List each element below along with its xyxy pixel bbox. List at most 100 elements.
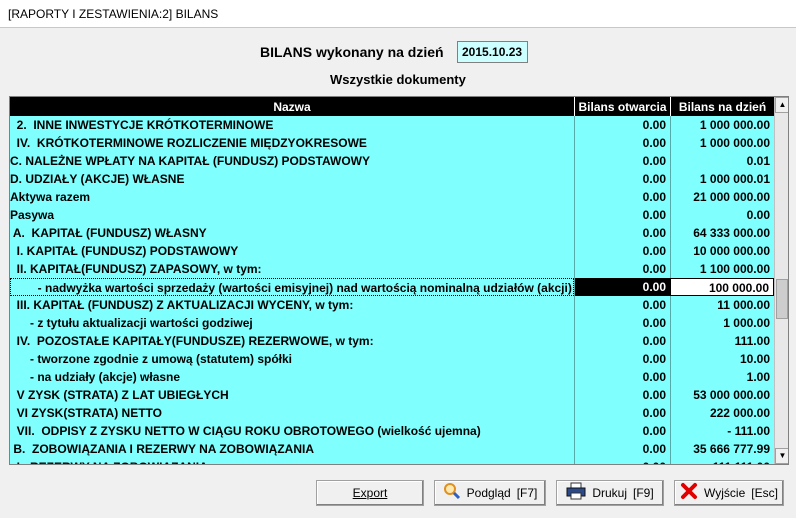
report-date-field[interactable]: 2015.10.23 [457, 41, 528, 63]
table-row[interactable]: 2. INNE INWESTYCJE KRÓTKOTERMINOWE 0.00 1 … [10, 116, 774, 134]
current-balance-cell[interactable]: 53 000 000.00 [670, 386, 774, 404]
opening-balance-cell[interactable]: 0.00 [574, 386, 670, 404]
name-cell[interactable]: Pasywa [10, 206, 574, 224]
opening-balance-cell[interactable]: 0.00 [574, 422, 670, 440]
table-row[interactable]: V ZYSK (STRATA) Z LAT UBIEGŁYCH 0.00 53 00… [10, 386, 774, 404]
name-cell[interactable]: VII. ODPISY Z ZYSKU NETTO W CIĄGU ROKU O… [10, 422, 574, 440]
print-button[interactable]: Drukuj [F9] [556, 480, 664, 506]
print-label: Drukuj [592, 486, 627, 500]
name-cell[interactable]: D. UDZIAŁY (AKCJE) WŁASNE [10, 170, 574, 188]
table-row[interactable]: C. NALEŻNE WPŁATY NA KAPITAŁ (FUNDUSZ) P… [10, 152, 774, 170]
grid-body[interactable]: 2. INNE INWESTYCJE KRÓTKOTERMINOWE 0.00 1 … [10, 116, 774, 464]
name-cell[interactable]: IV. KRÓTKOTERMINOWE ROZLICZENIE MIĘDZYOK… [10, 134, 574, 152]
vertical-scrollbar[interactable]: ▲ ▼ [774, 97, 788, 464]
table-row[interactable]: I. REZERWY NA ZOBOWIĄZANIA0.00111 111.00 [10, 458, 774, 464]
opening-balance-cell[interactable]: 0.00 [574, 332, 670, 350]
current-balance-cell[interactable]: 0.01 [670, 152, 774, 170]
report-subtitle: Wszystkie dokumenty [330, 72, 466, 87]
name-cell[interactable]: V ZYSK (STRATA) Z LAT UBIEGŁYCH [10, 386, 574, 404]
current-balance-cell[interactable]: 1 000 000.01 [670, 170, 774, 188]
opening-balance-cell[interactable]: 0.00 [574, 368, 670, 386]
opening-balance-cell[interactable]: 0.00 [574, 296, 670, 314]
name-cell[interactable]: 2. INNE INWESTYCJE KRÓTKOTERMINOWE [10, 116, 574, 134]
scroll-down-button[interactable]: ▼ [775, 448, 788, 464]
table-row[interactable]: D. UDZIAŁY (AKCJE) WŁASNE 0.00 1 000 000.0… [10, 170, 774, 188]
name-cell[interactable]: I. KAPITAŁ (FUNDUSZ) PODSTAWOWY [10, 242, 574, 260]
table-row[interactable]: VII. ODPISY Z ZYSKU NETTO W CIĄGU ROKU O… [10, 422, 774, 440]
current-balance-cell[interactable]: 10.00 [670, 350, 774, 368]
opening-balance-cell[interactable]: 0.00 [574, 170, 670, 188]
current-balance-cell[interactable]: 64 333 000.00 [670, 224, 774, 242]
opening-balance-cell[interactable]: 0.00 [574, 188, 670, 206]
opening-balance-cell[interactable]: 0.00 [574, 206, 670, 224]
export-button[interactable]: Export [316, 480, 424, 506]
current-balance-cell[interactable]: 21 000 000.00 [670, 188, 774, 206]
opening-balance-cell[interactable]: 0.00 [574, 224, 670, 242]
name-cell[interactable]: - tworzone zgodnie z umową (statutem) sp… [10, 350, 574, 368]
name-cell[interactable]: II. KAPITAŁ(FUNDUSZ) ZAPASOWY, w tym: [10, 260, 574, 278]
current-balance-cell[interactable]: 111 111.00 [670, 458, 774, 464]
table-row[interactable]: - nadwyżka wartości sprzedaży (wartości … [10, 278, 774, 296]
opening-balance-cell[interactable]: 0.00 [574, 314, 670, 332]
column-header-name[interactable]: Nazwa [10, 97, 574, 116]
opening-balance-cell[interactable]: 0.00 [574, 152, 670, 170]
red-x-icon [680, 482, 698, 504]
print-shortcut: [F9] [633, 486, 654, 500]
current-balance-cell[interactable]: 111.00 [670, 332, 774, 350]
table-row[interactable]: Pasywa 0.00 0.00 [10, 206, 774, 224]
name-cell[interactable]: C. NALEŻNE WPŁATY NA KAPITAŁ (FUNDUSZ) P… [10, 152, 574, 170]
current-balance-cell[interactable]: 100 000.00 [670, 278, 774, 296]
name-cell[interactable]: IV. POZOSTAŁE KAPITAŁY(FUNDUSZE) REZERWO… [10, 332, 574, 350]
name-cell[interactable]: I. REZERWY NA ZOBOWIĄZANIA [10, 458, 574, 464]
current-balance-cell[interactable]: 1 000 000.00 [670, 116, 774, 134]
current-balance-cell[interactable]: 10 000 000.00 [670, 242, 774, 260]
table-row[interactable]: - tworzone zgodnie z umową (statutem) sp… [10, 350, 774, 368]
table-row[interactable]: A. KAPITAŁ (FUNDUSZ) WŁASNY 0.00 64 333 00… [10, 224, 774, 242]
current-balance-cell[interactable]: - 111.00 [670, 422, 774, 440]
name-cell[interactable]: - z tytułu aktualizacji wartości godziwe… [10, 314, 574, 332]
name-cell[interactable]: B. ZOBOWIĄZANIA I REZERWY NA ZOBOWIĄZANI… [10, 440, 574, 458]
preview-button[interactable]: Podgląd [F7] [434, 480, 546, 506]
current-balance-cell[interactable]: 222 000.00 [670, 404, 774, 422]
opening-balance-cell[interactable]: 0.00 [574, 134, 670, 152]
table-row[interactable]: IV. KRÓTKOTERMINOWE ROZLICZENIE MIĘDZYOK… [10, 134, 774, 152]
name-cell[interactable]: III. KAPITAŁ (FUNDUSZ) Z AKTUALIZACJI WY… [10, 296, 574, 314]
table-row[interactable]: IV. POZOSTAŁE KAPITAŁY(FUNDUSZE) REZERWO… [10, 332, 774, 350]
opening-balance-cell[interactable]: 0.00 [574, 116, 670, 134]
column-header-current[interactable]: Bilans na dzień [670, 97, 774, 116]
table-row[interactable]: - z tytułu aktualizacji wartości godziwe… [10, 314, 774, 332]
table-row[interactable]: III. KAPITAŁ (FUNDUSZ) Z AKTUALIZACJI WY… [10, 296, 774, 314]
opening-balance-cell[interactable]: 0.00 [574, 350, 670, 368]
balance-grid[interactable]: Nazwa Bilans otwarcia Bilans na dzień 2.… [9, 96, 789, 465]
table-row[interactable]: II. KAPITAŁ(FUNDUSZ) ZAPASOWY, w tym: 0.0… [10, 260, 774, 278]
current-balance-cell[interactable]: 1 100 000.00 [670, 260, 774, 278]
exit-button[interactable]: Wyjście [Esc] [674, 480, 784, 506]
scroll-up-button[interactable]: ▲ [775, 97, 788, 113]
name-cell[interactable]: - nadwyżka wartości sprzedaży (wartości … [10, 278, 574, 296]
opening-balance-cell[interactable]: 0.00 [574, 278, 670, 296]
opening-balance-cell[interactable]: 0.00 [574, 404, 670, 422]
exit-label: Wyjście [704, 486, 746, 500]
current-balance-cell[interactable]: 1 000 000.00 [670, 134, 774, 152]
table-row[interactable]: B. ZOBOWIĄZANIA I REZERWY NA ZOBOWIĄZANI… [10, 440, 774, 458]
opening-balance-cell[interactable]: 0.00 [574, 260, 670, 278]
name-cell[interactable]: A. KAPITAŁ (FUNDUSZ) WŁASNY [10, 224, 574, 242]
current-balance-cell[interactable]: 1.00 [670, 368, 774, 386]
opening-balance-cell[interactable]: 0.00 [574, 458, 670, 464]
current-balance-cell[interactable]: 1 000.00 [670, 314, 774, 332]
name-cell[interactable]: Aktywa razem [10, 188, 574, 206]
table-row[interactable]: I. KAPITAŁ (FUNDUSZ) PODSTAWOWY 0.00 10 00… [10, 242, 774, 260]
column-header-opening[interactable]: Bilans otwarcia [574, 97, 670, 116]
table-row[interactable]: - na udziały (akcje) własne 0.00 1.00 [10, 368, 774, 386]
current-balance-cell[interactable]: 0.00 [670, 206, 774, 224]
opening-balance-cell[interactable]: 0.00 [574, 242, 670, 260]
current-balance-cell[interactable]: 11 000.00 [670, 296, 774, 314]
name-cell[interactable]: VI ZYSK(STRATA) NETTO [10, 404, 574, 422]
table-row[interactable]: VI ZYSK(STRATA) NETTO 0.00 222 000.00 [10, 404, 774, 422]
opening-balance-cell[interactable]: 0.00 [574, 440, 670, 458]
current-balance-cell[interactable]: 35 666 777.99 [670, 440, 774, 458]
magnifier-icon [443, 482, 461, 504]
scroll-thumb[interactable] [776, 279, 788, 319]
name-cell[interactable]: - na udziały (akcje) własne [10, 368, 574, 386]
table-row[interactable]: Aktywa razem 0.00 21 000 000.00 [10, 188, 774, 206]
